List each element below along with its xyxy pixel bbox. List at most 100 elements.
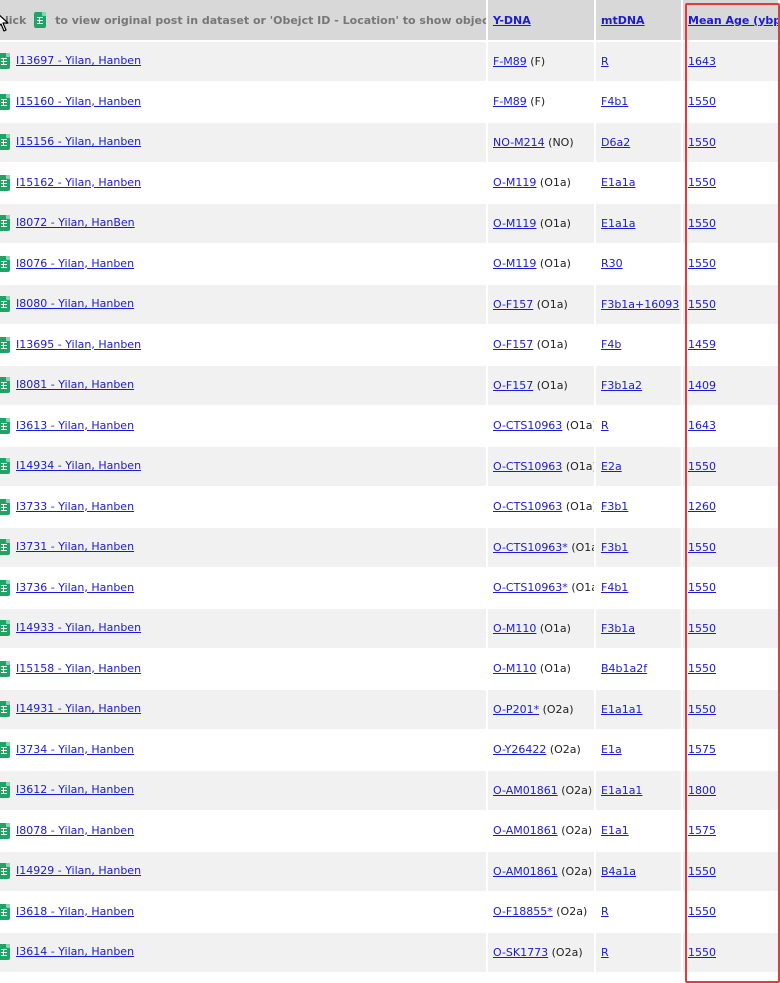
mtdna-link[interactable]: F4b (601, 338, 621, 351)
spreadsheet-icon[interactable] (0, 417, 10, 434)
spreadsheet-icon[interactable] (0, 174, 10, 191)
spreadsheet-icon[interactable] (0, 215, 10, 232)
mtdna-link[interactable]: E1a (601, 743, 622, 756)
mean-age-link[interactable]: 1643 (688, 55, 716, 68)
mtdna-link[interactable]: E1a1a1 (601, 703, 642, 716)
mean-age-link[interactable]: 1575 (688, 824, 716, 837)
mean-age-link[interactable]: 1550 (688, 581, 716, 594)
mean-age-link[interactable]: 1550 (688, 662, 716, 675)
ydna-link[interactable]: O-P201* (493, 703, 539, 716)
ydna-link[interactable]: O-CTS10963 (493, 500, 562, 513)
ydna-link[interactable]: O-AM01861 (493, 784, 558, 797)
spreadsheet-icon[interactable] (0, 660, 10, 677)
spreadsheet-icon[interactable] (0, 296, 10, 313)
mean-age-link[interactable]: 1550 (688, 460, 716, 473)
sample-link[interactable]: I3614 - Yilan, Hanben (16, 945, 134, 958)
spreadsheet-icon[interactable] (0, 458, 10, 475)
ydna-link[interactable]: O-M119 (493, 217, 536, 230)
mtdna-link[interactable]: E2a (601, 460, 622, 473)
sample-link[interactable]: I13695 - Yilan, Hanben (16, 338, 141, 351)
spreadsheet-icon[interactable] (0, 498, 10, 515)
spreadsheet-icon[interactable] (0, 134, 10, 151)
mean-age-link[interactable]: 1550 (688, 217, 716, 230)
ydna-link[interactable]: O-CTS10963* (493, 541, 568, 554)
sample-link[interactable]: I3733 - Yilan, Hanben (16, 500, 134, 513)
ydna-link[interactable]: O-F157 (493, 379, 533, 392)
spreadsheet-icon[interactable] (0, 782, 10, 799)
spreadsheet-icon[interactable] (0, 620, 10, 637)
mtdna-link[interactable]: F4b1 (601, 95, 628, 108)
mtdna-link[interactable]: R (601, 946, 609, 959)
spreadsheet-icon[interactable] (0, 377, 10, 394)
sample-link[interactable]: I3612 - Yilan, Hanben (16, 783, 134, 796)
mtdna-link[interactable]: F3b1 (601, 500, 628, 513)
mean-age-link[interactable]: 1550 (688, 541, 716, 554)
ydna-link[interactable]: O-AM01861 (493, 824, 558, 837)
ydna-link[interactable]: O-M119 (493, 257, 536, 270)
mean-age-link[interactable]: 1550 (688, 865, 716, 878)
ydna-link[interactable]: O-F157 (493, 298, 533, 311)
mean-age-link[interactable]: 1800 (688, 784, 716, 797)
spreadsheet-icon[interactable] (0, 579, 10, 596)
sample-link[interactable]: I3731 - Yilan, Hanben (16, 540, 134, 553)
spreadsheet-icon[interactable] (0, 539, 10, 556)
ydna-link[interactable]: O-AM01861 (493, 865, 558, 878)
spreadsheet-icon[interactable] (0, 741, 10, 758)
mean-age-link[interactable]: 1260 (688, 500, 716, 513)
mtdna-link[interactable]: F3b1a+16093 (601, 298, 679, 311)
mtdna-link[interactable]: E1a1 (601, 824, 629, 837)
mean-age-link[interactable]: 1409 (688, 379, 716, 392)
ydna-link[interactable]: O-F157 (493, 338, 533, 351)
mtdna-link[interactable]: E1a1a (601, 217, 635, 230)
sample-link[interactable]: I15156 - Yilan, Hanben (16, 135, 141, 148)
sample-link[interactable]: I8080 - Yilan, Hanben (16, 297, 134, 310)
ydna-link[interactable]: O-F18855* (493, 905, 553, 918)
ydna-link[interactable]: O-SK1773 (493, 946, 548, 959)
sample-link[interactable]: I15162 - Yilan, Hanben (16, 176, 141, 189)
sample-link[interactable]: I14931 - Yilan, Hanben (16, 702, 141, 715)
mtdna-link[interactable]: B4a1a (601, 865, 636, 878)
column-header-ydna[interactable]: Y-DNA (488, 0, 594, 40)
mtdna-link[interactable]: F3b1a2 (601, 379, 642, 392)
sample-link[interactable]: I14933 - Yilan, Hanben (16, 621, 141, 634)
sort-mtdna-link[interactable]: mtDNA (601, 14, 645, 27)
ydna-link[interactable]: O-CTS10963 (493, 419, 562, 432)
mean-age-link[interactable]: 1550 (688, 176, 716, 189)
mtdna-link[interactable]: R (601, 55, 609, 68)
sample-link[interactable]: I15158 - Yilan, Hanben (16, 662, 141, 675)
sample-link[interactable]: I15160 - Yilan, Hanben (16, 95, 141, 108)
spreadsheet-icon[interactable] (0, 336, 10, 353)
spreadsheet-icon[interactable] (0, 701, 10, 718)
mtdna-link[interactable]: R (601, 905, 609, 918)
ydna-link[interactable]: NO-M214 (493, 136, 545, 149)
mean-age-link[interactable]: 1550 (688, 298, 716, 311)
mtdna-link[interactable]: R (601, 419, 609, 432)
mean-age-link[interactable]: 1459 (688, 338, 716, 351)
mean-age-link[interactable]: 1550 (688, 905, 716, 918)
sample-link[interactable]: I3734 - Yilan, Hanben (16, 743, 134, 756)
mean-age-link[interactable]: 1643 (688, 419, 716, 432)
mtdna-link[interactable]: E1a1a (601, 176, 635, 189)
sample-link[interactable]: I13697 - Yilan, Hanben (16, 54, 141, 67)
sample-link[interactable]: I8072 - Yilan, HanBen (16, 216, 135, 229)
ydna-link[interactable]: F-M89 (493, 95, 527, 108)
spreadsheet-icon[interactable] (0, 863, 10, 880)
mean-age-link[interactable]: 1550 (688, 257, 716, 270)
spreadsheet-icon[interactable] (0, 53, 10, 70)
sample-link[interactable]: I14934 - Yilan, Hanben (16, 459, 141, 472)
ydna-link[interactable]: F-M89 (493, 55, 527, 68)
sort-mean-age-link[interactable]: Mean Age (ybp) (688, 14, 778, 27)
spreadsheet-icon[interactable] (0, 822, 10, 839)
sample-link[interactable]: I8076 - Yilan, Hanben (16, 257, 134, 270)
sort-ydna-link[interactable]: Y-DNA (493, 14, 531, 27)
mean-age-link[interactable]: 1550 (688, 703, 716, 716)
sample-link[interactable]: I8081 - Yilan, Hanben (16, 378, 134, 391)
ydna-link[interactable]: O-M110 (493, 662, 536, 675)
mean-age-link[interactable]: 1550 (688, 946, 716, 959)
sample-link[interactable]: I14929 - Yilan, Hanben (16, 864, 141, 877)
ydna-link[interactable]: O-M119 (493, 176, 536, 189)
spreadsheet-icon[interactable] (0, 903, 10, 920)
mtdna-link[interactable]: F4b1 (601, 581, 628, 594)
spreadsheet-icon[interactable] (0, 93, 10, 110)
sample-link[interactable]: I8078 - Yilan, Hanben (16, 824, 134, 837)
